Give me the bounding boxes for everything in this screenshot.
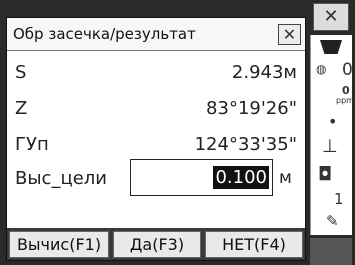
zenith-angle-label: Z [15, 98, 28, 119]
slope-distance-label: S [15, 62, 27, 83]
ppm-label: ppm [336, 96, 354, 105]
target-height-label: Выс_цели [15, 168, 107, 189]
dialog-titlebar: Обр засечка/результат ✕ [7, 18, 305, 51]
horizontal-angle-label: ГУп [15, 134, 49, 155]
target-icon[interactable]: ◘ [318, 164, 332, 185]
dot-icon: • [328, 112, 338, 131]
prism-icon: ◍ [316, 62, 327, 76]
target-height-input[interactable]: 0.100 [130, 159, 273, 196]
close-icon: ✕ [323, 6, 339, 27]
compute-button[interactable]: Вычис(F1) [9, 231, 109, 258]
page-number: 1 [334, 190, 344, 208]
no-button[interactable]: НЕТ(F4) [205, 231, 303, 258]
softkey-bar: Вычис(F1) Да(F3) НЕТ(F4) [7, 228, 305, 260]
close-icon: ✕ [282, 25, 297, 44]
target-height-unit: м [279, 168, 292, 188]
prism-constant: 0 [342, 60, 353, 80]
zenith-angle-value: 83°19'26" [206, 98, 297, 119]
result-dialog: Обр засечка/результат ✕ S 2.943м Z 83°19… [6, 17, 306, 261]
target-height-value: 0.100 [213, 166, 269, 189]
side-bottom-bar [310, 238, 352, 265]
tilt-icon[interactable]: ⊥ [322, 136, 338, 157]
input-mode-icon[interactable]: ✎ [326, 212, 339, 230]
horizontal-angle-value: 124°33'35" [194, 134, 297, 155]
slope-distance-value: 2.943м [231, 62, 297, 83]
dialog-title: Обр засечка/результат [13, 25, 196, 43]
close-button[interactable]: ✕ [278, 24, 301, 45]
yes-button[interactable]: Да(F3) [113, 231, 201, 258]
side-close-button[interactable]: ✕ [313, 3, 349, 31]
